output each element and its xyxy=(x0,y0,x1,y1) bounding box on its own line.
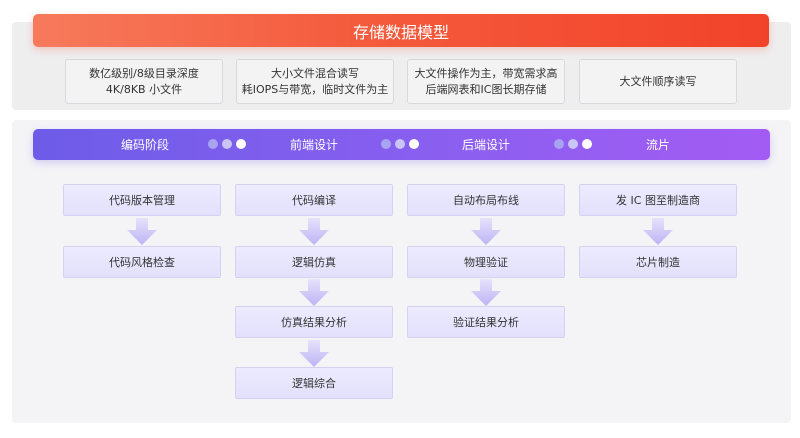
feature-box-large-files: 大文件操作为主，带宽需求高 后端网表和IC图长期存储 xyxy=(407,59,565,104)
feature-line: 数亿级别/8级目录深度 xyxy=(89,66,199,80)
step-logic-synthesis: 逻辑综合 xyxy=(235,367,393,399)
step-logic-simulation: 逻辑仿真 xyxy=(235,246,393,278)
dot-icon xyxy=(395,139,405,149)
step-code-compile: 代码编译 xyxy=(235,184,393,216)
feature-line: 4K/8KB 小文件 xyxy=(105,82,183,96)
phase-tapeout: 流片 xyxy=(645,138,670,152)
step-verification-analysis: 验证结果分析 xyxy=(407,306,565,338)
storage-flow-diagram: 存储数据模型 数亿级别/8级目录深度 4K/8KB 小文件 大小文件混合读写 耗… xyxy=(0,0,800,438)
dot-icon xyxy=(568,139,578,149)
phase-bar: 编码阶段 前端设计 后端设计 流片 xyxy=(33,129,770,160)
feature-box-small-files: 数亿级别/8级目录深度 4K/8KB 小文件 xyxy=(65,59,223,104)
down-arrow-icon xyxy=(299,279,329,306)
feature-line: 耗IOPS与带宽，临时文件为主 xyxy=(241,82,389,96)
step-place-and-route: 自动布局布线 xyxy=(407,184,565,216)
dot-icon xyxy=(381,139,391,149)
step-chip-manufacturing: 芯片制造 xyxy=(579,246,737,278)
feature-line: 后端网表和IC图长期存储 xyxy=(425,82,547,96)
feature-box-mixed-files: 大小文件混合读写 耗IOPS与带宽，临时文件为主 xyxy=(236,59,394,104)
phase-frontend: 前端设计 xyxy=(289,138,338,152)
down-arrow-icon xyxy=(127,218,157,245)
feature-box-sequential: 大文件顺序读写 xyxy=(579,59,737,104)
dot-icon xyxy=(554,139,564,149)
step-simulation-analysis: 仿真结果分析 xyxy=(235,306,393,338)
feature-line: 大小文件混合读写 xyxy=(271,66,359,80)
down-arrow-icon xyxy=(471,279,501,306)
step-code-version-control: 代码版本管理 xyxy=(63,184,221,216)
dot-icon xyxy=(222,139,232,149)
feature-line: 大文件操作为主，带宽需求高 xyxy=(414,66,558,80)
phase-coding: 编码阶段 xyxy=(120,138,169,152)
feature-line: 大文件顺序读写 xyxy=(619,74,697,88)
step-physical-verification: 物理验证 xyxy=(407,246,565,278)
step-code-style-check: 代码风格检查 xyxy=(63,246,221,278)
phase-backend: 后端设计 xyxy=(461,138,510,152)
storage-model-title: 存储数据模型 xyxy=(33,14,769,47)
down-arrow-icon xyxy=(299,340,329,367)
step-send-to-fab: 发 IC 图至制造商 xyxy=(579,184,737,216)
down-arrow-icon xyxy=(471,218,501,245)
dot-icon xyxy=(208,139,218,149)
down-arrow-icon xyxy=(643,218,673,245)
down-arrow-icon xyxy=(299,218,329,245)
